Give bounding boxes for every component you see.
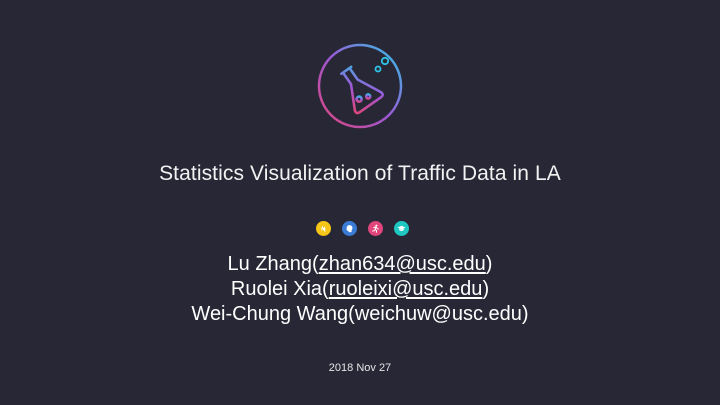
graduation-cap-icon: [394, 221, 409, 236]
author-email-link[interactable]: zhan634@usc.edu: [319, 253, 486, 275]
author-email-link[interactable]: ruoleixi@usc.edu: [329, 278, 483, 300]
icon-row: [316, 221, 416, 239]
author-line: Ruolei Xia(ruoleixi@usc.edu): [230, 278, 490, 300]
author-name: Lu Zhang: [227, 253, 313, 275]
author-list: Lu Zhang(zhan634@usc.edu) Ruolei Xia(ruo…: [0, 252, 720, 327]
head-icon: [342, 221, 357, 236]
flask-icon: [317, 43, 403, 129]
author-email: weichuw@usc.edu: [354, 303, 522, 325]
author-line: Wei-Chung Wang(weichuw@usc.edu): [191, 303, 529, 325]
slide-title: Statistics Visualization of Traffic Data…: [159, 162, 561, 185]
hand-icon: [316, 221, 331, 236]
author-name: Ruolei Xia: [230, 278, 323, 300]
author-name: Wei-Chung Wang: [191, 303, 349, 325]
author-line: Lu Zhang(zhan634@usc.edu): [227, 253, 493, 275]
presentation-date: 2018 Nov 27: [328, 362, 392, 374]
title-slide: Statistics Visualization of Traffic Data…: [0, 0, 720, 405]
runner-icon: [368, 221, 383, 236]
